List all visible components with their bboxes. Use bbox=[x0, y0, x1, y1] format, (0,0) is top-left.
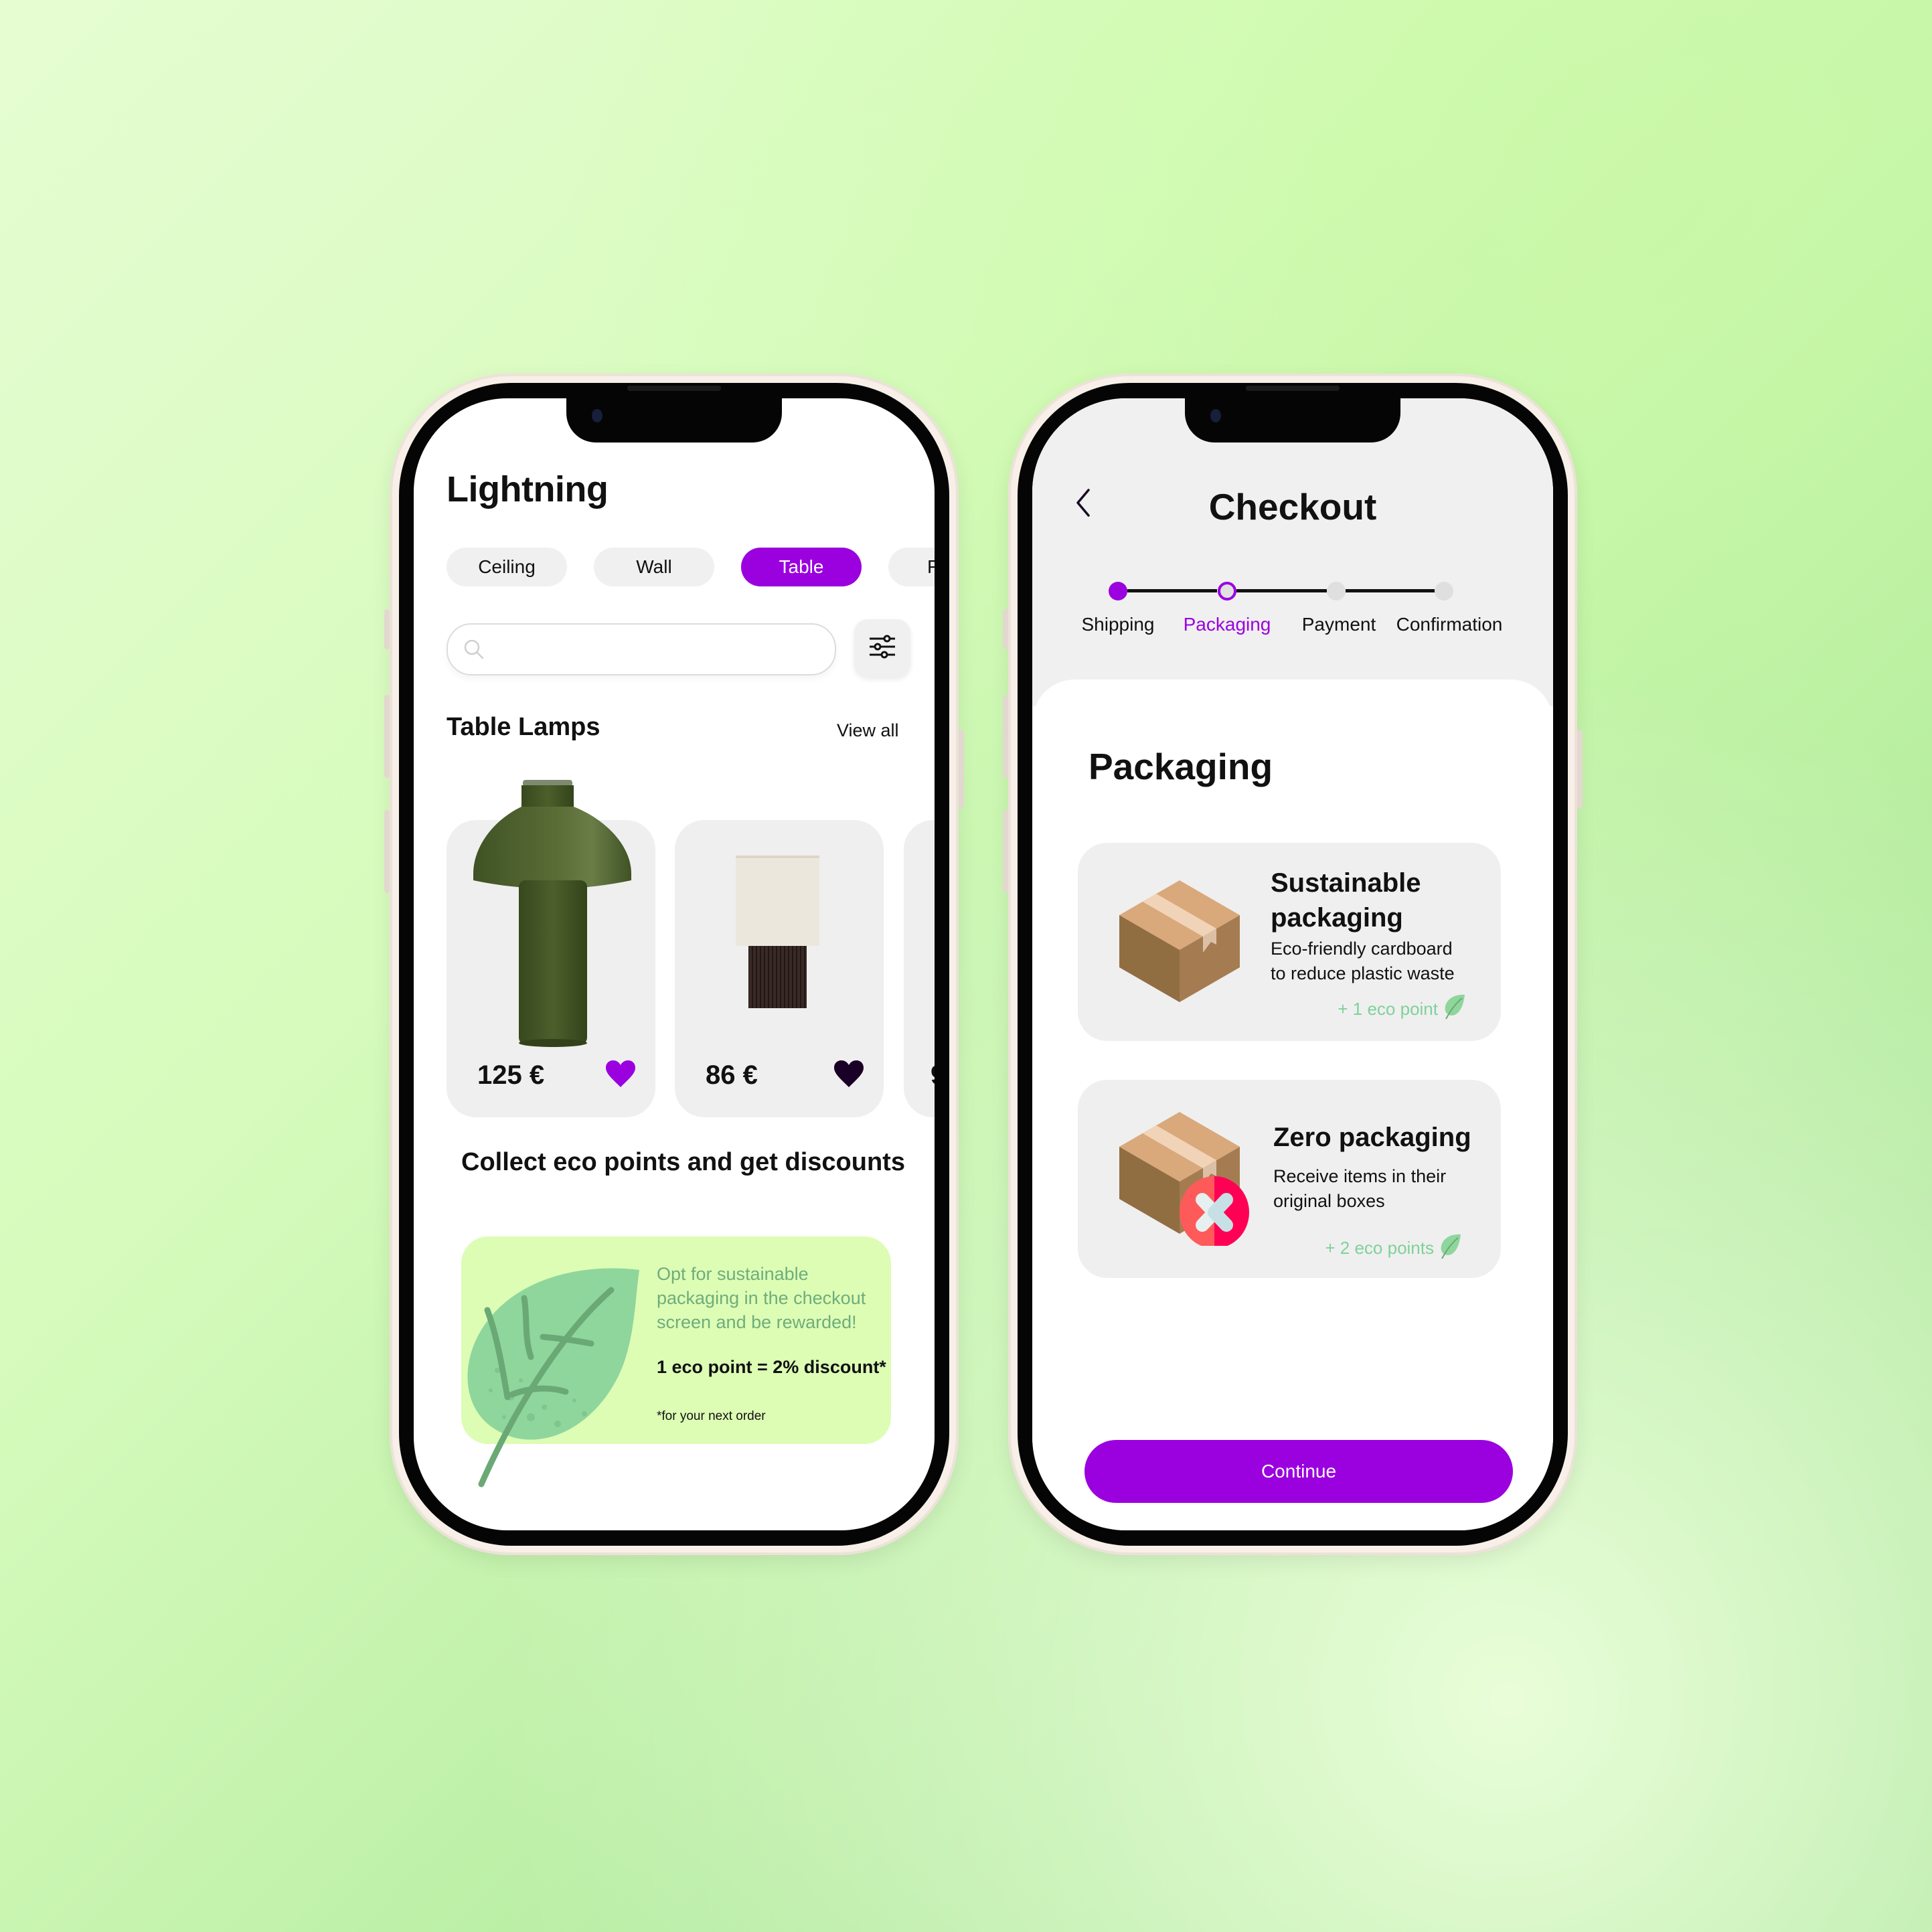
speaker bbox=[627, 386, 721, 391]
option-title-line: packaging bbox=[1271, 903, 1403, 933]
filter-button[interactable] bbox=[854, 619, 910, 677]
search-icon bbox=[463, 638, 485, 664]
background-gradient bbox=[0, 0, 1932, 1932]
leaf-icon bbox=[1441, 1234, 1461, 1259]
option-title: Zero packaging bbox=[1273, 1123, 1471, 1152]
tab-ceiling[interactable]: Ceiling bbox=[447, 548, 567, 586]
eco-promo-banner: Opt for sustainable packaging in the che… bbox=[461, 1236, 891, 1487]
product-price: 86 € bbox=[706, 1060, 758, 1090]
promo-text: Opt for sustainable packaging in the che… bbox=[657, 1264, 866, 1332]
product-card[interactable]: 9 bbox=[904, 820, 935, 1117]
page-title: Lightning bbox=[447, 469, 609, 509]
product-card[interactable]: 86 € bbox=[675, 820, 884, 1117]
product-price: 9 bbox=[931, 1060, 935, 1091]
power-button bbox=[959, 730, 964, 809]
speaker bbox=[1246, 386, 1340, 391]
category-tabs: Ceiling Wall Table Fl bbox=[447, 548, 935, 586]
product-card[interactable]: 125 € bbox=[447, 780, 655, 1117]
step-dot-shipping[interactable] bbox=[1109, 582, 1127, 600]
step-dot-confirmation[interactable] bbox=[1435, 582, 1453, 600]
mute-switch bbox=[1003, 609, 1008, 649]
promo-rate: 1 eco point = 2% discount* bbox=[657, 1357, 886, 1377]
step-connector bbox=[1346, 589, 1435, 592]
leaf-icon bbox=[467, 1268, 639, 1487]
promo-title: Collect eco points and get discounts bbox=[461, 1148, 905, 1176]
option-title-line: Sustainable bbox=[1271, 868, 1421, 898]
leaf-icon bbox=[1445, 994, 1465, 1020]
step-label-shipping: Shipping bbox=[1081, 614, 1155, 635]
step-dot-payment[interactable] bbox=[1327, 582, 1346, 600]
option-sustainable-packaging[interactable]: Sustainable packaging Eco-friendly cardbo… bbox=[1078, 843, 1501, 1041]
camera bbox=[1210, 409, 1221, 422]
option-desc-line: Eco-friendly cardboard bbox=[1271, 939, 1453, 959]
option-desc-line: Receive items in their bbox=[1273, 1166, 1447, 1186]
step-connector bbox=[1127, 589, 1217, 592]
step-dot-packaging[interactable] bbox=[1218, 582, 1236, 600]
tab-floor[interactable]: Fl bbox=[888, 548, 935, 586]
step-label-payment: Payment bbox=[1301, 614, 1376, 635]
product-price: 125 € bbox=[477, 1060, 545, 1090]
box-crossed-icon bbox=[1119, 1112, 1249, 1246]
volume-up-button bbox=[1003, 695, 1008, 778]
heart-icon[interactable] bbox=[834, 1060, 864, 1091]
volume-down-button bbox=[384, 810, 390, 893]
green-mushroom-lamp-image bbox=[473, 780, 631, 1047]
page-title: Checkout bbox=[1208, 486, 1377, 528]
volume-down-button bbox=[1003, 810, 1008, 893]
tab-table[interactable]: Table bbox=[741, 548, 862, 586]
section-title: Packaging bbox=[1089, 746, 1273, 787]
option-zero-packaging[interactable]: Zero packaging Receive items in their ori… bbox=[1078, 1080, 1501, 1278]
step-label-confirmation: Confirmation bbox=[1396, 614, 1503, 635]
power-button bbox=[1577, 730, 1583, 809]
volume-up-button bbox=[384, 695, 390, 778]
checkout-screen: Checkout Shipping Packaging Payment Conf… bbox=[1032, 398, 1553, 1530]
lighting-screen: Lightning Ceiling Wall Table Fl Table La… bbox=[414, 398, 935, 1530]
search-field[interactable] bbox=[495, 634, 819, 665]
step-label-packaging: Packaging bbox=[1183, 614, 1271, 635]
checkout-header bbox=[1032, 398, 1553, 706]
heart-icon[interactable] bbox=[606, 1060, 635, 1091]
option-desc-line: to reduce plastic waste bbox=[1271, 963, 1455, 983]
notch bbox=[1185, 398, 1400, 442]
eco-points-label: + 2 eco points bbox=[1325, 1238, 1434, 1258]
notch bbox=[566, 398, 782, 442]
search-input[interactable] bbox=[447, 623, 836, 675]
sliders-icon bbox=[868, 634, 896, 663]
tab-wall[interactable]: Wall bbox=[594, 548, 714, 586]
continue-button[interactable]: Continue bbox=[1084, 1440, 1513, 1503]
linen-shade-fluted-lamp-image bbox=[736, 856, 819, 1008]
eco-points-label: + 1 eco point bbox=[1338, 999, 1438, 1019]
section-title: Table Lamps bbox=[447, 713, 600, 741]
promo-footnote: *for your next order bbox=[657, 1409, 766, 1423]
view-all-link[interactable]: View all bbox=[837, 720, 899, 741]
cardboard-box-icon bbox=[1119, 880, 1240, 1002]
option-description: Receive items in their original boxes bbox=[1273, 1164, 1446, 1214]
mute-switch bbox=[384, 609, 390, 649]
step-connector bbox=[1236, 589, 1327, 592]
checkout-stepper: Shipping Packaging Payment Confirmation bbox=[1032, 579, 1553, 639]
option-title: Sustainable packaging bbox=[1271, 866, 1421, 935]
option-desc-line: original boxes bbox=[1273, 1191, 1385, 1211]
phone-lighting: Lightning Ceiling Wall Table Fl Table La… bbox=[384, 374, 964, 1555]
camera bbox=[592, 409, 602, 422]
phone-checkout: Checkout Shipping Packaging Payment Conf… bbox=[1003, 374, 1583, 1555]
option-description: Eco-friendly cardboard to reduce plastic … bbox=[1271, 937, 1455, 986]
